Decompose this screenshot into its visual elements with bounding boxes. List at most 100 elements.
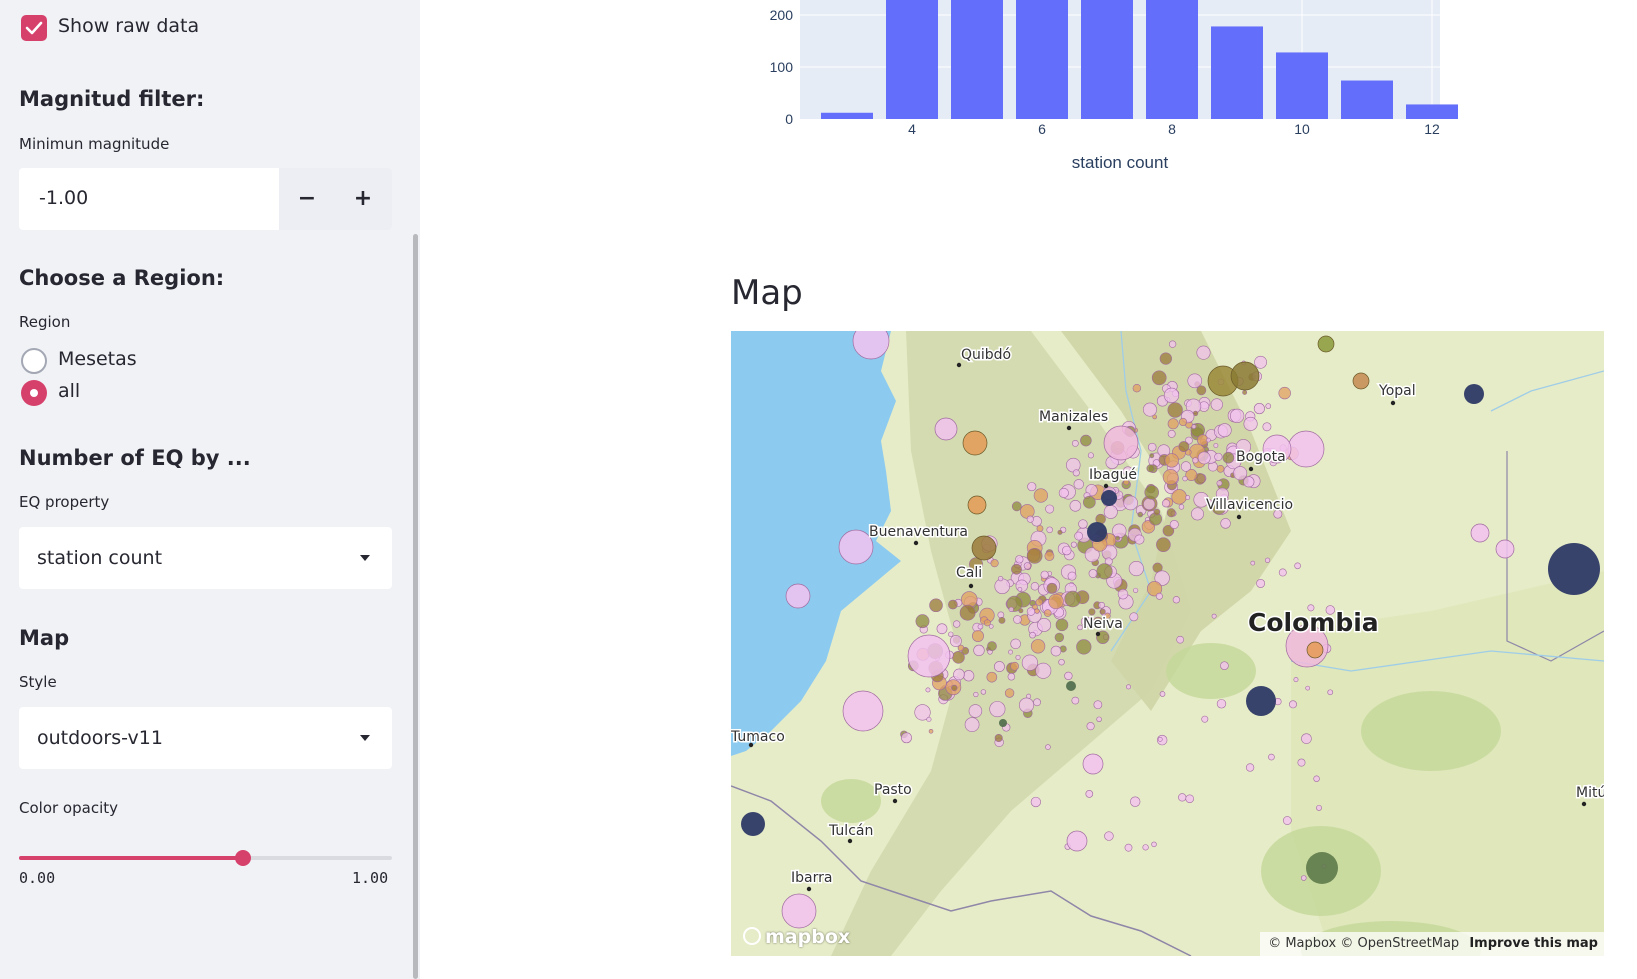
earthquake-marker[interactable] — [948, 599, 958, 610]
earthquake-marker[interactable] — [1216, 464, 1225, 473]
earthquake-marker[interactable] — [1243, 416, 1258, 431]
earthquake-marker[interactable] — [1178, 793, 1187, 802]
earthquake-marker[interactable] — [971, 535, 997, 561]
region-option-mesetas[interactable]: Mesetas — [58, 348, 137, 370]
region-option-all[interactable]: all — [58, 380, 80, 402]
earthquake-marker[interactable] — [1178, 441, 1190, 452]
earthquake-marker[interactable] — [1254, 355, 1267, 369]
earthquake-marker[interactable] — [1297, 758, 1306, 767]
earthquake-marker[interactable] — [1464, 384, 1484, 404]
sidebar-scrollbar[interactable] — [413, 234, 418, 979]
earthquake-marker[interactable] — [1300, 875, 1307, 881]
earthquake-marker[interactable] — [1117, 588, 1129, 600]
earthquake-marker[interactable] — [915, 614, 930, 629]
earthquake-marker[interactable] — [1076, 639, 1092, 655]
earthquake-marker[interactable] — [1245, 763, 1255, 772]
earthquake-marker[interactable] — [1230, 361, 1260, 391]
earthquake-marker[interactable] — [1265, 403, 1272, 409]
bar[interactable] — [1211, 26, 1263, 119]
earthquake-marker[interactable] — [973, 644, 985, 657]
earthquake-marker[interactable] — [1033, 698, 1041, 707]
earthquake-marker[interactable] — [1162, 469, 1179, 485]
earthquake-marker[interactable] — [1017, 586, 1023, 592]
earthquake-marker[interactable] — [972, 630, 984, 642]
earthquake-marker[interactable] — [1132, 384, 1142, 393]
eq-property-value[interactable]: station count — [37, 547, 162, 569]
bar[interactable] — [951, 0, 1003, 120]
earthquake-marker[interactable] — [1230, 408, 1245, 423]
earthquake-marker[interactable] — [1045, 744, 1051, 750]
earthquake-marker[interactable] — [1182, 475, 1188, 482]
earthquake-marker[interactable] — [1268, 753, 1275, 761]
earthquake-marker[interactable] — [997, 575, 1004, 582]
earthquake-marker[interactable] — [1289, 700, 1297, 709]
earthquake-map[interactable]: Quibdó Manizales Ibagué Bogota Villavicencio… — [731, 331, 1604, 956]
min-magnitude-input[interactable]: -1.00 − + — [19, 168, 392, 230]
earthquake-marker[interactable] — [1169, 519, 1179, 529]
earthquake-marker[interactable] — [1045, 504, 1055, 514]
min-magnitude-value[interactable]: -1.00 — [39, 187, 88, 209]
earthquake-marker[interactable] — [1142, 402, 1157, 417]
earthquake-marker[interactable] — [1011, 563, 1022, 575]
earthquake-marker[interactable] — [1021, 654, 1038, 671]
earthquake-marker[interactable] — [1048, 593, 1064, 610]
earthquake-marker[interactable] — [1210, 398, 1223, 411]
earthquake-marker[interactable] — [964, 717, 980, 732]
earthquake-marker[interactable] — [1196, 345, 1211, 360]
earthquake-marker[interactable] — [1256, 578, 1266, 588]
earthquake-marker[interactable] — [925, 687, 931, 693]
region-radio-mesetas[interactable] — [21, 348, 47, 374]
earthquake-marker[interactable] — [1035, 598, 1043, 606]
bar[interactable] — [1406, 104, 1458, 119]
earthquake-marker[interactable] — [1015, 555, 1024, 564]
earthquake-marker[interactable] — [962, 430, 988, 456]
earthquake-marker[interactable] — [1172, 596, 1181, 604]
earthquake-marker[interactable] — [1069, 500, 1082, 512]
earthquake-marker[interactable] — [1133, 587, 1139, 593]
earthquake-marker[interactable] — [1153, 508, 1161, 516]
earthquake-marker[interactable] — [999, 719, 1007, 727]
earthquake-marker[interactable] — [1278, 568, 1287, 577]
earthquake-marker[interactable] — [1040, 570, 1049, 579]
earthquake-marker[interactable] — [1548, 543, 1600, 595]
earthquake-marker[interactable] — [1030, 639, 1046, 654]
earthquake-marker[interactable] — [1010, 638, 1021, 650]
map-style-value[interactable]: outdoors-v11 — [37, 727, 163, 749]
mapbox-logo[interactable]: mapbox — [743, 926, 850, 948]
map-style-select[interactable]: outdoors-v11 — [19, 707, 392, 769]
earthquake-marker[interactable] — [1043, 609, 1052, 617]
eq-property-select[interactable]: station count — [19, 527, 392, 589]
earthquake-marker[interactable] — [1103, 504, 1118, 519]
earthquake-marker[interactable] — [1030, 796, 1041, 808]
earthquake-marker[interactable] — [785, 583, 811, 609]
earthquake-marker[interactable] — [1262, 422, 1272, 432]
earthquake-marker[interactable] — [1168, 340, 1177, 348]
earthquake-marker[interactable] — [1250, 560, 1256, 566]
bar[interactable] — [1146, 0, 1198, 119]
decrement-button[interactable]: − — [279, 168, 335, 230]
earthquake-marker[interactable] — [1098, 601, 1105, 609]
earthquake-marker[interactable] — [1027, 482, 1037, 492]
earthquake-marker[interactable] — [1086, 722, 1095, 731]
earthquake-marker[interactable] — [1222, 451, 1235, 464]
earthquake-marker[interactable] — [1206, 437, 1211, 443]
improve-map-link[interactable]: Improve this map — [1469, 936, 1598, 951]
earthquake-marker[interactable] — [1085, 790, 1094, 798]
earthquake-marker[interactable] — [1066, 830, 1088, 852]
bar[interactable] — [1341, 80, 1393, 119]
earthquake-marker[interactable] — [1196, 385, 1207, 396]
chevron-down-icon[interactable] — [360, 735, 370, 741]
earthquake-marker[interactable] — [1164, 453, 1179, 468]
earthquake-marker[interactable] — [1034, 608, 1040, 614]
earthquake-marker[interactable] — [1088, 569, 1098, 578]
earthquake-marker[interactable] — [1082, 753, 1104, 775]
earthquake-marker[interactable] — [907, 634, 951, 678]
earthquake-marker[interactable] — [989, 701, 1006, 718]
earthquake-marker[interactable] — [934, 417, 958, 441]
earthquake-marker[interactable] — [1046, 526, 1053, 534]
earthquake-marker[interactable] — [1030, 582, 1040, 591]
earthquake-marker[interactable] — [1156, 537, 1171, 552]
earthquake-marker[interactable] — [1073, 479, 1084, 490]
earthquake-marker[interactable] — [838, 529, 874, 565]
earthquake-marker[interactable] — [1167, 402, 1183, 418]
